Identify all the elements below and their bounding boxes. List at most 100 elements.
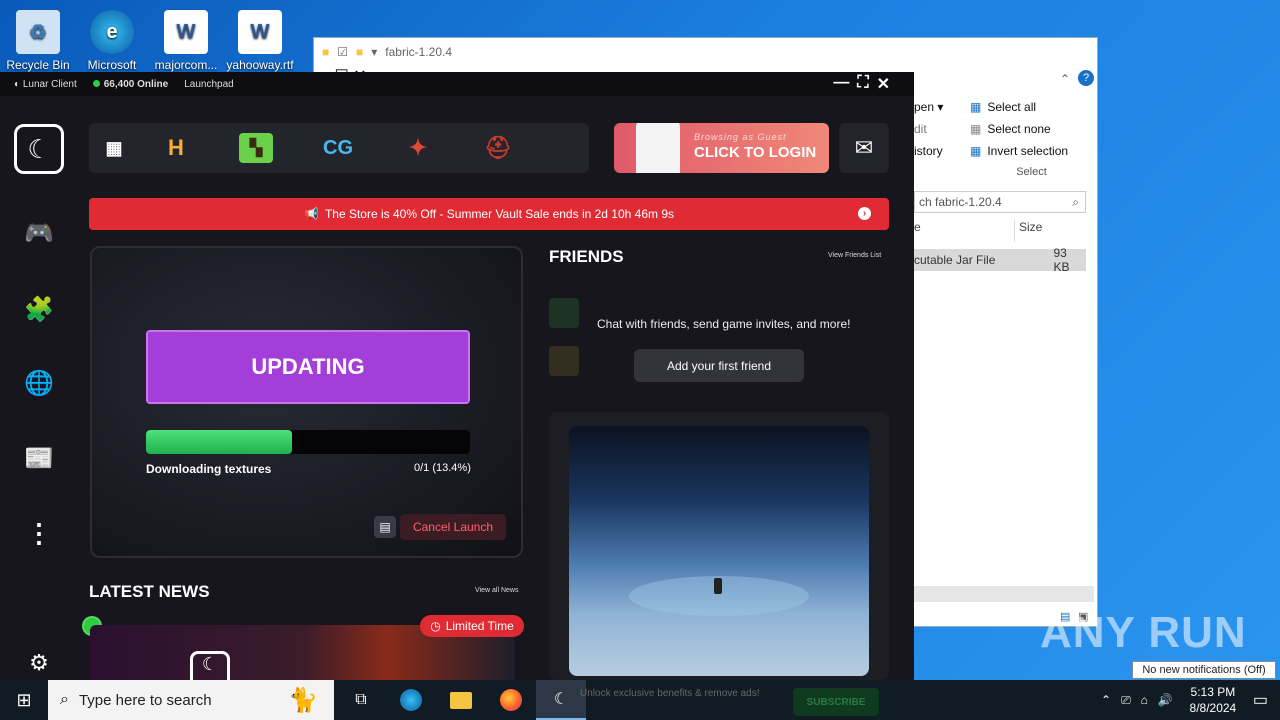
- server-shortcuts: ▦ H ▚ CG ✦ ⛑: [89, 123, 589, 173]
- lunar-topbar: ◐ Lunar Client 66,400 Online Launchpad: [0, 72, 914, 96]
- click-to-login-button[interactable]: Browsing as Guest CLICK TO LOGIN: [614, 123, 829, 173]
- select-none-icon: ▦: [970, 122, 982, 136]
- help-icon[interactable]: ?: [1078, 70, 1094, 86]
- online-count: 66,400 Online: [103, 78, 169, 90]
- progress-value: 0/1 (13.4%): [414, 462, 471, 474]
- megaphone-icon: 📢: [303, 207, 319, 221]
- column-header-type[interactable]: e: [914, 220, 1014, 242]
- volume-icon[interactable]: 🔊: [1158, 693, 1173, 707]
- friends-empty-message: Chat with friends, send game invites, an…: [597, 317, 851, 331]
- friend-placeholder-avatar: [549, 298, 579, 328]
- more-options-icon[interactable]: ⋮: [22, 516, 56, 550]
- subscribe-label: SUBSCRIBE: [806, 696, 866, 708]
- select-none-button[interactable]: Select none: [987, 122, 1050, 136]
- invert-selection-icon: ▦: [970, 144, 982, 158]
- edit-button[interactable]: dit: [914, 122, 964, 136]
- notifications-icon[interactable]: ▭: [1253, 690, 1268, 710]
- cancel-launch-button[interactable]: Cancel Launch: [400, 514, 506, 540]
- player-figure-icon: [714, 578, 722, 594]
- mail-button[interactable]: ✉: [839, 123, 889, 173]
- view-friends-list-link[interactable]: View Friends List: [828, 252, 881, 259]
- taskbar-firefox-button[interactable]: [486, 680, 536, 720]
- desktop-icon-yahooway[interactable]: W yahooway.rtf: [222, 6, 298, 72]
- globe-icon[interactable]: 🌐: [22, 366, 56, 400]
- minimize-button[interactable]: —: [833, 74, 849, 94]
- lunar-logo-icon[interactable]: ☾: [14, 124, 64, 174]
- recycle-bin-icon: ♻: [16, 10, 60, 54]
- taskbar-explorer-button[interactable]: [436, 680, 486, 720]
- taskbar-search-placeholder: Type here to search: [78, 691, 212, 709]
- lunar-window-controls: — ⛶ ✕: [833, 74, 890, 94]
- file-row[interactable]: cutable Jar File 93 KB: [914, 246, 1086, 274]
- clock-icon: ◷: [430, 619, 441, 633]
- desktop-icon-edge[interactable]: e Microsoft: [74, 6, 150, 72]
- column-header-size[interactable]: Size: [1014, 220, 1042, 242]
- clock[interactable]: 5:13 PM 8/8/2024: [1183, 684, 1243, 716]
- lunar-sidebar: ☾ 🎮 🧩 🌐 📰 ⋮ ⚙: [0, 96, 78, 680]
- limited-time-label: Limited Time: [445, 619, 514, 633]
- task-view-icon: ⧉: [355, 691, 367, 708]
- desktop-icon-recycle-bin[interactable]: ♻ Recycle Bin: [0, 6, 76, 72]
- horizontal-scrollbar[interactable]: [914, 586, 1094, 602]
- envelope-icon: ✉: [854, 135, 874, 160]
- lunar-logo-small-icon: ◐ Lunar Client: [14, 78, 77, 90]
- server-castle-icon[interactable]: ▚: [239, 133, 273, 163]
- store-sale-banner[interactable]: 📢 The Store is 40% Off - Summer Vault Sa…: [89, 198, 889, 230]
- banner-text: The Store is 40% Off - Summer Vault Sale…: [324, 207, 675, 221]
- chevron-up-icon[interactable]: ⌃: [1101, 693, 1111, 707]
- folder-icon: ■: [356, 45, 364, 59]
- taskbar-lunar-button[interactable]: ☾: [536, 680, 586, 720]
- view-all-news-link[interactable]: View all News: [475, 587, 518, 594]
- wifi-icon[interactable]: ⌂: [1141, 693, 1148, 707]
- desktop-icon-majorcom[interactable]: W majorcom...: [148, 6, 224, 72]
- network-icon[interactable]: ⎚: [1121, 693, 1131, 708]
- fullscreen-button[interactable]: ⛶: [857, 74, 868, 94]
- search-icon: ⌕: [60, 691, 69, 708]
- explorer-search-input[interactable]: ch fabric-1.20.4 ⌕: [914, 191, 1086, 213]
- taskbar-edge-button[interactable]: [386, 680, 436, 720]
- word-doc-icon: W: [238, 10, 282, 54]
- gamepad-icon[interactable]: 🎮: [22, 216, 56, 250]
- select-all-button[interactable]: Select all: [987, 100, 1036, 114]
- task-view-button[interactable]: ⧉: [336, 680, 386, 720]
- promo-image[interactable]: [569, 426, 869, 676]
- history-button[interactable]: istory: [914, 144, 964, 158]
- chevron-down-icon[interactable]: ▾: [371, 45, 377, 59]
- close-button[interactable]: ✕: [877, 74, 890, 94]
- progress-fill: [146, 430, 292, 454]
- clock-time: 5:13 PM: [1190, 685, 1236, 699]
- taskbar-search-input[interactable]: ⌕ Type here to search 🐈: [48, 680, 334, 720]
- newspaper-icon[interactable]: 📰: [22, 441, 56, 475]
- online-dot: [92, 79, 100, 87]
- search-icon: ⌕: [1072, 195, 1079, 209]
- notification-tooltip: No new notifications (Off): [1132, 661, 1276, 679]
- limited-time-badge: ◷ Limited Time: [420, 615, 524, 637]
- cat-illustration-icon: 🐈: [288, 687, 318, 714]
- server-dragon-icon[interactable]: ✦: [401, 133, 435, 163]
- invert-selection-button[interactable]: Invert selection: [987, 144, 1068, 158]
- app-name: Lunar Client: [22, 78, 77, 90]
- start-button[interactable]: ⊞: [0, 680, 48, 720]
- add-first-friend-button[interactable]: Add your first friend: [634, 349, 804, 382]
- edge-icon: e: [90, 10, 134, 54]
- open-button[interactable]: pen ▾: [914, 100, 964, 114]
- subscribe-button[interactable]: SUBSCRIBE: [793, 688, 879, 716]
- chevron-up-icon[interactable]: ⌃: [1060, 72, 1070, 86]
- updating-button[interactable]: UPDATING: [146, 330, 470, 404]
- checkbox-icon: ☑: [337, 45, 349, 59]
- lunar-logo-icon: ☾: [553, 691, 569, 708]
- settings-gear-icon[interactable]: ⚙: [22, 646, 56, 680]
- arrow-right-icon[interactable]: ›: [858, 207, 871, 220]
- puzzle-icon[interactable]: 🧩: [22, 292, 56, 326]
- server-spartan-icon[interactable]: ⛑: [481, 133, 515, 163]
- logs-button[interactable]: ▤: [374, 516, 396, 538]
- download-progress-bar: [146, 430, 470, 454]
- grid-menu-icon[interactable]: ▦: [97, 133, 131, 163]
- login-label: CLICK TO LOGIN: [694, 144, 817, 161]
- updating-label: UPDATING: [251, 354, 365, 379]
- friend-placeholder-avatar: [549, 346, 579, 376]
- hypixel-server-icon[interactable]: H: [159, 133, 193, 163]
- system-tray: ⌃ ⎚ ⌂ 🔊 5:13 PM 8/8/2024 ▭: [1101, 680, 1280, 720]
- cubecraft-server-icon[interactable]: CG: [321, 133, 355, 163]
- lunar-logo-icon: ☾: [190, 651, 230, 680]
